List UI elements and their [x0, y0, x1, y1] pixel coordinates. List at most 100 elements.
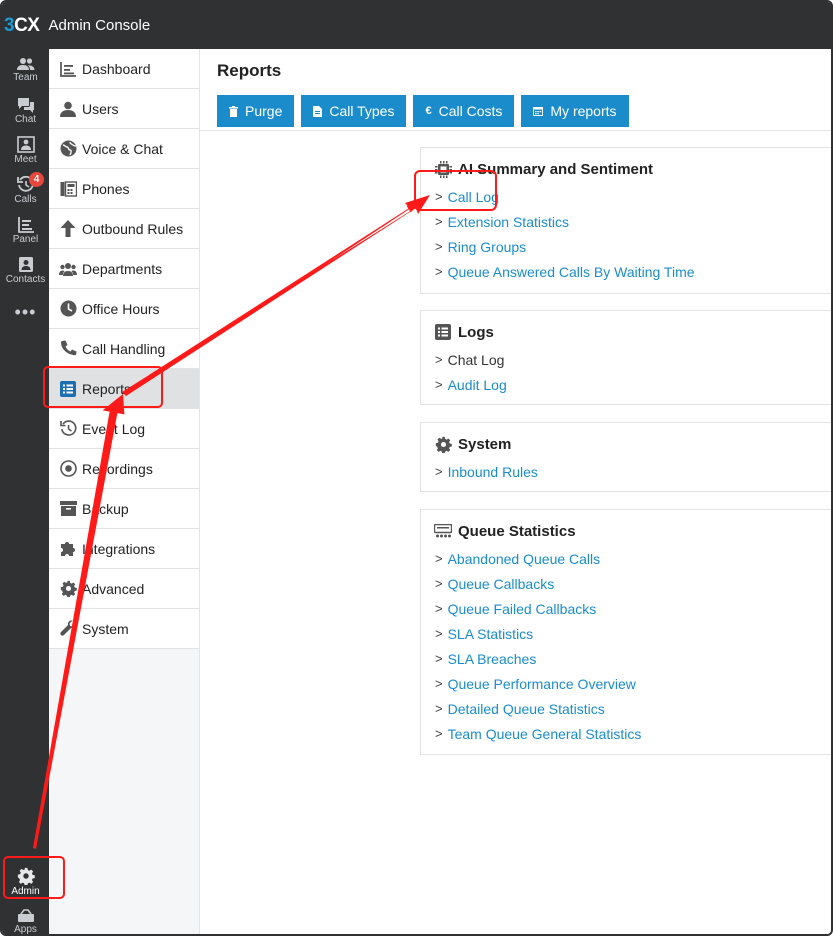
- ring-groups-link[interactable]: Ring Groups: [448, 239, 527, 255]
- sla-breaches-link[interactable]: SLA Breaches: [448, 651, 537, 667]
- nav-reports[interactable]: Reports: [49, 369, 199, 409]
- record-icon: [59, 460, 77, 478]
- chevron-right-icon: >: [435, 239, 443, 254]
- brand[interactable]: 3CX Admin Console: [4, 15, 150, 37]
- link-list: > Chat Log > Audit Log: [421, 341, 831, 397]
- nav-departments[interactable]: Departments: [49, 249, 199, 289]
- list-item: > Abandoned Queue Calls: [435, 546, 831, 571]
- audit-log-link[interactable]: Audit Log: [448, 377, 507, 393]
- top-bar: 3CX Admin Console: [2, 2, 831, 49]
- call-costs-button[interactable]: € Call Costs: [413, 95, 515, 127]
- queue-answered-calls-link[interactable]: Queue Answered Calls By Waiting Time: [448, 264, 695, 280]
- rail-apps[interactable]: Apps: [2, 909, 49, 934]
- nav-users[interactable]: Users: [49, 89, 199, 129]
- page-title: Reports: [217, 61, 282, 80]
- calendar-icon: [533, 106, 544, 116]
- reports-icon: [59, 380, 77, 398]
- rail-team[interactable]: Team: [2, 57, 49, 83]
- page-header: Reports Purge Call Types € Call Costs My…: [200, 49, 831, 131]
- nav-call-handling[interactable]: Call Handling: [49, 329, 199, 369]
- nav-office-hours[interactable]: Office Hours: [49, 289, 199, 329]
- list-item: > Chat Log: [435, 347, 831, 372]
- team-queue-general-statistics-link[interactable]: Team Queue General Statistics: [448, 726, 642, 742]
- card-queue-statistics: Queue Statistics > Abandoned Queue Calls …: [420, 509, 831, 755]
- document-icon: [313, 105, 323, 117]
- nav-integrations[interactable]: Integrations: [49, 529, 199, 569]
- list-item: > SLA Statistics: [435, 621, 831, 646]
- nav-system[interactable]: System: [49, 609, 199, 649]
- list-item: > Inbound Rules: [435, 459, 831, 484]
- detailed-queue-statistics-link[interactable]: Detailed Queue Statistics: [448, 701, 605, 717]
- rail-contacts[interactable]: Contacts: [2, 256, 49, 285]
- chevron-right-icon: >: [435, 352, 443, 367]
- app-window: 3CX Admin Console Team Chat Meet Calls 4…: [0, 0, 833, 936]
- chevron-right-icon: >: [435, 214, 443, 229]
- rail-calls[interactable]: Calls 4: [2, 172, 49, 205]
- chevron-right-icon: >: [435, 726, 443, 741]
- chevron-right-icon: >: [435, 601, 443, 616]
- call-types-button[interactable]: Call Types: [301, 95, 407, 127]
- chat-log-link[interactable]: Chat Log: [448, 352, 505, 368]
- chevron-right-icon: >: [435, 676, 443, 691]
- chevron-right-icon: >: [435, 377, 443, 392]
- left-rail: Team Chat Meet Calls 4 Panel Contacts ••…: [2, 49, 49, 934]
- list-item: > Audit Log: [435, 372, 831, 397]
- more-icon[interactable]: •••: [2, 303, 49, 321]
- purge-button[interactable]: Purge: [217, 95, 295, 127]
- card-title: AI Summary and Sentiment: [421, 148, 831, 178]
- card-title: System: [421, 423, 831, 453]
- list-icon: [434, 323, 452, 341]
- user-icon: [59, 100, 77, 118]
- rail-panel[interactable]: Panel: [2, 216, 49, 245]
- chevron-right-icon: >: [435, 189, 443, 204]
- phone-grid-icon: [59, 180, 77, 198]
- chevron-right-icon: >: [435, 264, 443, 279]
- reports-page: Reports Purge Call Types € Call Costs My…: [200, 49, 831, 934]
- gear-icon: [59, 580, 77, 598]
- list-item: > Queue Callbacks: [435, 571, 831, 596]
- nav-recordings[interactable]: Recordings: [49, 449, 199, 489]
- reports-toolbar: Purge Call Types € Call Costs My reports: [217, 95, 636, 127]
- nav-voice-chat[interactable]: Voice & Chat: [49, 129, 199, 169]
- nav-phones[interactable]: Phones: [49, 169, 199, 209]
- rail-meet[interactable]: Meet: [2, 136, 49, 165]
- queue-icon: [434, 522, 452, 540]
- link-list: > Abandoned Queue Calls > Queue Callbacks …: [421, 540, 831, 746]
- link-list: > Call Log > Extension Statistics > Ring Gr…: [421, 178, 831, 284]
- euro-icon: €: [425, 105, 432, 117]
- gear-icon: [17, 867, 35, 885]
- list-item: > Detailed Queue Statistics: [435, 696, 831, 721]
- list-item: > Extension Statistics: [435, 209, 831, 234]
- chevron-right-icon: >: [435, 576, 443, 591]
- inbound-rules-link[interactable]: Inbound Rules: [448, 464, 538, 480]
- nav-outbound-rules[interactable]: Outbound Rules: [49, 209, 199, 249]
- sla-statistics-link[interactable]: SLA Statistics: [448, 626, 534, 642]
- extension-statistics-link[interactable]: Extension Statistics: [448, 214, 569, 230]
- nav-advanced[interactable]: Advanced: [49, 569, 199, 609]
- nav-event-log[interactable]: Event Log: [49, 409, 199, 449]
- chevron-right-icon: >: [435, 701, 443, 716]
- chevron-right-icon: >: [435, 551, 443, 566]
- dashboard-icon: [59, 60, 77, 78]
- link-list: > Inbound Rules: [421, 453, 831, 484]
- chevron-right-icon: >: [435, 651, 443, 666]
- rail-chat[interactable]: Chat: [2, 97, 49, 125]
- queue-performance-overview-link[interactable]: Queue Performance Overview: [448, 676, 636, 692]
- queue-failed-callbacks-link[interactable]: Queue Failed Callbacks: [448, 601, 597, 617]
- panel-icon: [17, 217, 34, 233]
- queue-callbacks-link[interactable]: Queue Callbacks: [448, 576, 555, 592]
- 3cx-logo: 3CX: [4, 14, 40, 36]
- my-reports-button[interactable]: My reports: [521, 95, 629, 127]
- rail-admin[interactable]: Admin: [2, 867, 49, 897]
- card-ai-summary: AI Summary and Sentiment > Call Log > Exte…: [420, 147, 831, 294]
- abandoned-queue-calls-link[interactable]: Abandoned Queue Calls: [448, 551, 601, 567]
- puzzle-icon: [59, 540, 77, 558]
- team-icon: [16, 58, 34, 70]
- chevron-right-icon: >: [435, 464, 443, 479]
- nav-dashboard[interactable]: Dashboard: [49, 49, 199, 89]
- history-icon: [59, 420, 77, 438]
- admin-sidenav: Dashboard Users Voice & Chat Phones Outb…: [49, 49, 200, 934]
- nav-backup[interactable]: Backup: [49, 489, 199, 529]
- call-log-link[interactable]: Call Log: [448, 189, 499, 205]
- list-item: > Ring Groups: [435, 234, 831, 259]
